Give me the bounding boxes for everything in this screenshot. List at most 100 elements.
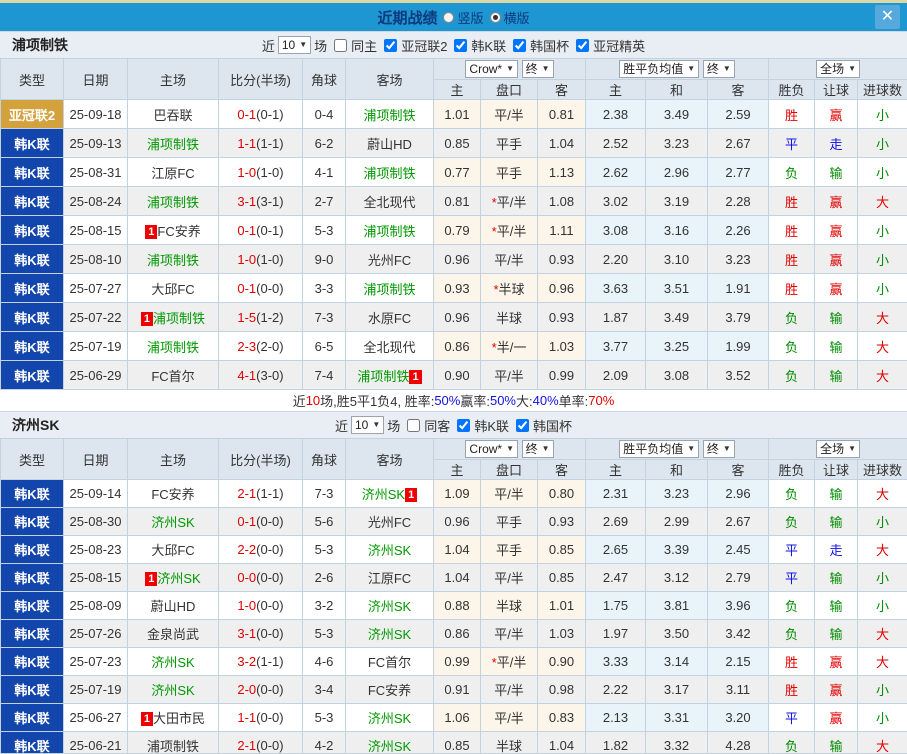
league-checkbox[interactable] xyxy=(457,418,471,432)
home-team-name: FC安养 xyxy=(151,487,195,502)
col-date: 日期 xyxy=(63,438,128,480)
avg-home-odds: 3.77 xyxy=(585,331,646,361)
radio-horizontal-label: 横版 xyxy=(503,10,530,26)
home-team-name: 浦项制铁 xyxy=(146,194,199,210)
result-wdl: 负 xyxy=(768,619,816,648)
avg-away-odds: 2.77 xyxy=(706,157,770,187)
league-checkbox[interactable] xyxy=(515,418,529,432)
summary-part: 场,胜5平1负4, 胜率: xyxy=(320,394,435,409)
result-wdl: 负 xyxy=(768,302,816,332)
odds-source-dropdown[interactable]: Crow* ▼ xyxy=(465,60,519,78)
avg-away-odds: 3.20 xyxy=(706,703,770,732)
avg-draw-odds: 3.19 xyxy=(645,186,708,216)
odds-home: 0.77 xyxy=(433,157,481,187)
radio-vertical-icon[interactable] xyxy=(443,11,455,23)
avg-dropdown[interactable]: 胜平负均值 ▼ xyxy=(619,440,700,458)
away-team-cell: 全北现代 xyxy=(345,186,434,216)
close-icon[interactable]: ✕ xyxy=(875,5,900,29)
score-cell: 1-1(1-1) xyxy=(218,128,303,158)
result-handicap: 输 xyxy=(814,591,859,620)
matches-table: 类型 日期 主场 比分(半场) 角球 客场 Crow* ▼ 终 ▼ 胜平负均值 ▼ 终… xyxy=(0,58,907,390)
result-goals: 小 xyxy=(857,591,907,620)
handicap-line: 平/半 xyxy=(480,563,538,592)
filter-controls: 近 10 ▼ 场 同客 韩K联 韩国杯 xyxy=(335,416,572,435)
match-date: 25-08-24 xyxy=(63,186,128,216)
section-team-title: 浦项制铁 xyxy=(12,37,68,53)
avg-home-odds: 2.65 xyxy=(585,535,646,564)
home-team-name: 浦项制铁 xyxy=(146,252,199,268)
home-team-cell: 大邱FC xyxy=(127,273,219,303)
col-result-sub: 胜负 xyxy=(768,459,816,480)
fullmatch-dropdown[interactable]: 全场 ▼ xyxy=(816,440,860,458)
games-label: 场 xyxy=(314,38,328,54)
away-team-name: 全北现代 xyxy=(363,194,416,210)
match-row: 韩K联 25-08-15 1 济州SK 0-0(0-0) 2-6 江原FC 1.0… xyxy=(0,563,907,592)
col-odds-sub: 主 xyxy=(433,459,481,480)
same-venue-label: 同主 xyxy=(351,38,378,54)
score-cell: 3-1(0-0) xyxy=(218,619,303,648)
summary-part: 单率: xyxy=(558,394,589,409)
avg-away-odds: 2.15 xyxy=(706,647,770,676)
games-count-dropdown[interactable]: 10 ▼ xyxy=(277,36,312,54)
avg-away-odds: 3.96 xyxy=(706,591,770,620)
match-date: 25-09-14 xyxy=(63,479,128,508)
games-count-dropdown[interactable]: 10 ▼ xyxy=(351,416,385,434)
result-handicap: 输 xyxy=(814,731,859,753)
avg-draw-odds: 2.99 xyxy=(645,507,708,536)
league-badge: 韩K联 xyxy=(0,331,64,361)
odds-source-dropdown[interactable]: Crow* ▼ xyxy=(465,440,519,458)
score-cell: 3-2(1-1) xyxy=(218,647,303,676)
score-cell: 2-1(0-0) xyxy=(218,731,303,753)
odds-final-dropdown[interactable]: 终 ▼ xyxy=(521,440,554,458)
home-team-cell: 济州SK xyxy=(127,647,219,676)
match-row: 韩K联 25-07-22 1 浦项制铁 1-5(1-2) 7-3 水原FC 0.9… xyxy=(0,302,907,332)
odds-home: 0.90 xyxy=(433,360,481,390)
away-team-name: 水原FC xyxy=(367,310,412,326)
red-card-badge: 1 xyxy=(145,224,158,239)
away-team-cell: 浦项制铁 xyxy=(345,99,434,129)
league-checkbox[interactable] xyxy=(384,38,398,52)
col-result-sub: 进球数 xyxy=(857,459,907,480)
result-wdl: 平 xyxy=(768,703,816,732)
avg-final-dropdown[interactable]: 终 ▼ xyxy=(702,60,735,78)
avg-home-odds: 3.63 xyxy=(585,273,646,303)
league-checkbox[interactable] xyxy=(454,38,468,52)
fullmatch-dropdown[interactable]: 全场 ▼ xyxy=(816,60,860,78)
radio-vertical-label: 竖版 xyxy=(457,10,484,26)
match-date: 25-08-31 xyxy=(63,157,128,187)
league-checkbox[interactable] xyxy=(513,38,527,52)
result-handicap: 赢 xyxy=(814,244,859,274)
same-venue-checkbox[interactable] xyxy=(407,418,421,432)
same-venue-label: 同客 xyxy=(424,418,451,434)
result-handicap: 输 xyxy=(814,619,859,648)
col-result-sub: 胜负 xyxy=(768,79,816,100)
summary-part: 近 xyxy=(292,394,306,409)
league-badge: 韩K联 xyxy=(0,647,64,676)
match-row: 韩K联 25-08-24 浦项制铁 3-1(3-1) 2-7 全北现代 0.81… xyxy=(0,186,907,216)
avg-final-dropdown[interactable]: 终 ▼ xyxy=(702,440,735,458)
odds-final-dropdown[interactable]: 终 ▼ xyxy=(521,60,554,78)
col-avg-sub: 和 xyxy=(645,459,708,480)
avg-away-odds: 2.26 xyxy=(706,215,770,245)
corners-cell: 9-0 xyxy=(302,244,346,274)
avg-home-odds: 2.31 xyxy=(585,479,646,508)
league-badge: 韩K联 xyxy=(0,479,64,508)
odds-away: 0.81 xyxy=(537,99,586,129)
chevron-down-icon: ▼ xyxy=(722,444,731,453)
match-date: 25-08-09 xyxy=(63,591,128,620)
same-venue-checkbox[interactable] xyxy=(334,38,348,52)
avg-home-odds: 1.97 xyxy=(585,619,646,648)
radio-horizontal-icon[interactable] xyxy=(489,11,501,23)
avg-dropdown[interactable]: 胜平负均值 ▼ xyxy=(619,60,700,78)
radio-horizontal-layout[interactable]: 横版 xyxy=(489,8,530,27)
result-wdl: 负 xyxy=(768,331,816,361)
handicap-line: *半球 xyxy=(480,273,538,303)
league-badge: 韩K联 xyxy=(0,215,64,245)
radio-vertical-layout[interactable]: 竖版 xyxy=(443,8,484,27)
away-team-name: 蔚山HD xyxy=(367,136,412,152)
avg-away-odds: 2.59 xyxy=(706,99,770,129)
odds-home: 0.99 xyxy=(433,647,481,676)
chevron-down-icon: ▼ xyxy=(687,64,696,73)
league-checkbox[interactable] xyxy=(576,38,590,52)
result-handicap: 赢 xyxy=(814,647,859,676)
